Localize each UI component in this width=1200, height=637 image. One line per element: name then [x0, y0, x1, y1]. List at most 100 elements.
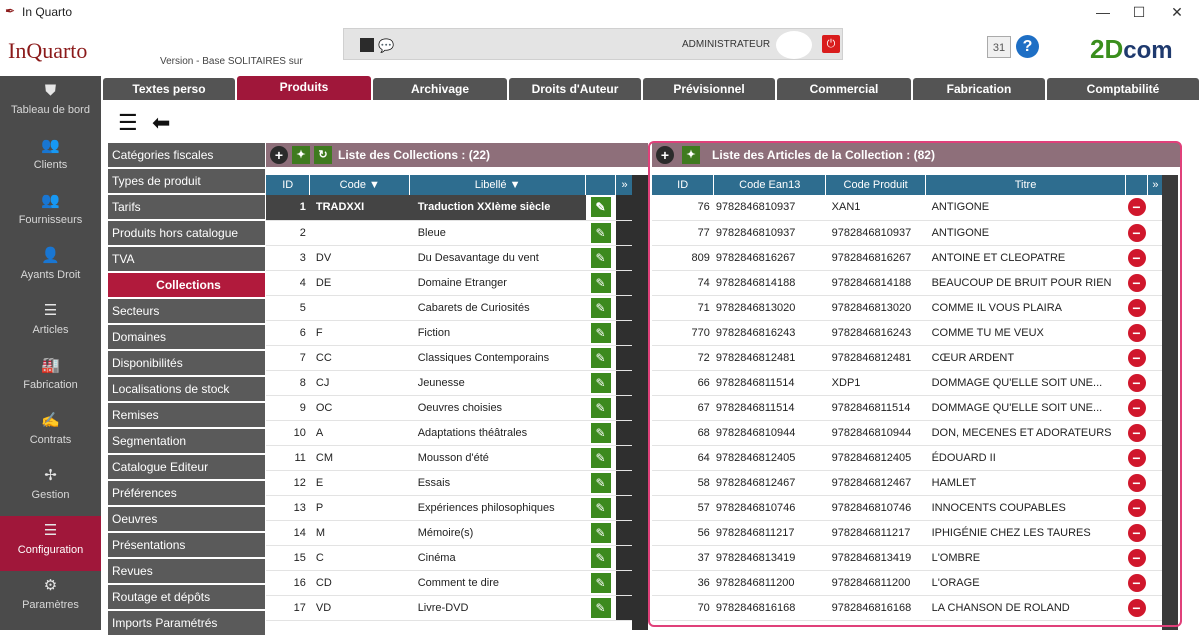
tab-archivage[interactable]: Archivage: [373, 78, 507, 100]
edit-icon[interactable]: ✎: [590, 297, 611, 318]
sidebar-item-fabrication[interactable]: 🏭 Fabrication: [0, 351, 101, 406]
square-icon[interactable]: [360, 38, 374, 52]
table-row[interactable]: 9 OC Oeuvres choisies ✎: [266, 395, 634, 421]
col-chooser-icon[interactable]: »: [615, 175, 634, 195]
edit-cell[interactable]: ✎: [585, 220, 616, 246]
menu-item-imports-param-tr-s[interactable]: Imports Paramétrés: [108, 611, 265, 637]
edit-cell[interactable]: ✎: [585, 395, 616, 421]
col-header[interactable]: Libellé ▼: [409, 175, 587, 195]
sidebar-item-ayants-droit[interactable]: 👤 Ayants Droit: [0, 241, 101, 296]
menu-item-pr-sentations[interactable]: Présentations: [108, 533, 265, 559]
edit-icon[interactable]: ✎: [590, 497, 611, 518]
menu-item-disponibilit-s[interactable]: Disponibilités: [108, 351, 265, 377]
table-row[interactable]: 15 C Cinéma ✎: [266, 545, 634, 571]
edit-icon[interactable]: ✎: [590, 447, 611, 468]
logout-button[interactable]: ⏻: [822, 35, 840, 53]
sidebar-item-tableau-de-bord[interactable]: ⛊ Tableau de bord: [0, 76, 101, 131]
edit-cell[interactable]: ✎: [585, 195, 616, 221]
edit-cell[interactable]: ✎: [585, 295, 616, 321]
edit-icon[interactable]: ✎: [590, 522, 611, 543]
table-row[interactable]: 8 CJ Jeunesse ✎: [266, 370, 634, 396]
tab-textes-perso[interactable]: Textes perso: [103, 78, 235, 100]
menu-item-segmentation[interactable]: Segmentation: [108, 429, 265, 455]
table-row[interactable]: 6 F Fiction ✎: [266, 320, 634, 346]
table-row[interactable]: 16 CD Comment te dire ✎: [266, 570, 634, 596]
edit-cell[interactable]: ✎: [585, 520, 616, 546]
edit-icon[interactable]: ✎: [590, 397, 611, 418]
tab-comptabilit-[interactable]: Comptabilité: [1047, 78, 1199, 100]
table-row[interactable]: 5 Cabarets de Curiosités ✎: [266, 295, 634, 321]
refresh-icon[interactable]: ↻: [314, 146, 332, 164]
minimize-button[interactable]: —: [1088, 2, 1118, 22]
sidebar-item-configuration[interactable]: ☰ Configuration: [0, 516, 101, 571]
edit-cell[interactable]: ✎: [585, 245, 616, 271]
tab-pr-visionnel[interactable]: Prévisionnel: [643, 78, 775, 100]
table-row[interactable]: 1 TRADXXI Traduction XXIème siècle ✎: [266, 195, 634, 221]
menu-item-remises[interactable]: Remises: [108, 403, 265, 429]
tab-commercial[interactable]: Commercial: [777, 78, 911, 100]
close-button[interactable]: ✕: [1162, 2, 1192, 22]
table-row[interactable]: 4 DE Domaine Etranger ✎: [266, 270, 634, 296]
menu-item-collections[interactable]: Collections: [108, 273, 265, 299]
chat-icon[interactable]: 💬: [378, 38, 394, 54]
sidebar-item-contrats[interactable]: ✍ Contrats: [0, 406, 101, 461]
menu-item-tva[interactable]: TVA: [108, 247, 265, 273]
menu-item-produits-hors-catalogue[interactable]: Produits hors catalogue: [108, 221, 265, 247]
table-row[interactable]: 3 DV Du Desavantage du vent ✎: [266, 245, 634, 271]
edit-icon[interactable]: ✎: [590, 197, 611, 218]
edit-cell[interactable]: ✎: [585, 470, 616, 496]
back-arrow-icon[interactable]: ⬅: [152, 110, 170, 136]
edit-icon[interactable]: ✎: [590, 422, 611, 443]
edit-cell[interactable]: ✎: [585, 595, 616, 621]
edit-cell[interactable]: ✎: [585, 570, 616, 596]
menu-item-routage-et-d-p-ts[interactable]: Routage et dépôts: [108, 585, 265, 611]
table-row[interactable]: 14 M Mémoire(s) ✎: [266, 520, 634, 546]
edit-cell[interactable]: ✎: [585, 545, 616, 571]
table-row[interactable]: 11 CM Mousson d'été ✎: [266, 445, 634, 471]
edit-icon[interactable]: ✎: [590, 322, 611, 343]
edit-cell[interactable]: ✎: [585, 270, 616, 296]
edit-icon[interactable]: ✎: [590, 272, 611, 293]
edit-cell[interactable]: ✎: [585, 445, 616, 471]
table-row[interactable]: 13 P Expériences philosophiques ✎: [266, 495, 634, 521]
scrollbar[interactable]: [632, 175, 648, 630]
sidebar-item-gestion[interactable]: ✢ Gestion: [0, 461, 101, 516]
edit-icon[interactable]: ✎: [590, 472, 611, 493]
hamburger-menu-icon[interactable]: ☰: [118, 110, 138, 136]
col-header[interactable]: ID: [266, 175, 311, 195]
menu-item-localisations-de-stock[interactable]: Localisations de stock: [108, 377, 265, 403]
tab-fabrication[interactable]: Fabrication: [913, 78, 1045, 100]
sidebar-item-fournisseurs[interactable]: 👥 Fournisseurs: [0, 186, 101, 241]
menu-item-types-de-produit[interactable]: Types de produit: [108, 169, 265, 195]
add-icon[interactable]: +: [270, 146, 288, 164]
tab-droits-d-auteur[interactable]: Droits d'Auteur: [509, 78, 641, 100]
menu-item-cat-gories-fiscales[interactable]: Catégories fiscales: [108, 143, 265, 169]
menu-item-revues[interactable]: Revues: [108, 559, 265, 585]
table-row[interactable]: 2 Bleue ✎: [266, 220, 634, 246]
edit-cell[interactable]: ✎: [585, 320, 616, 346]
wand-icon[interactable]: ✦: [292, 146, 310, 164]
edit-icon[interactable]: ✎: [590, 347, 611, 368]
sidebar-item-clients[interactable]: 👥 Clients: [0, 131, 101, 186]
edit-icon[interactable]: ✎: [590, 547, 611, 568]
menu-item-secteurs[interactable]: Secteurs: [108, 299, 265, 325]
edit-cell[interactable]: ✎: [585, 370, 616, 396]
edit-cell[interactable]: ✎: [585, 345, 616, 371]
edit-icon[interactable]: ✎: [590, 222, 611, 243]
tab-produits[interactable]: Produits: [237, 76, 371, 100]
edit-cell[interactable]: ✎: [585, 420, 616, 446]
menu-item-domaines[interactable]: Domaines: [108, 325, 265, 351]
menu-item-oeuvres[interactable]: Oeuvres: [108, 507, 265, 533]
edit-icon[interactable]: ✎: [590, 572, 611, 593]
edit-icon[interactable]: ✎: [590, 247, 611, 268]
col-header[interactable]: Code ▼: [309, 175, 411, 195]
table-row[interactable]: 12 E Essais ✎: [266, 470, 634, 496]
menu-item-pr-f-rences[interactable]: Préférences: [108, 481, 265, 507]
calendar-icon[interactable]: 31: [987, 36, 1011, 58]
edit-icon[interactable]: ✎: [590, 597, 611, 618]
table-row[interactable]: 7 CC Classiques Contemporains ✎: [266, 345, 634, 371]
maximize-button[interactable]: ☐: [1124, 2, 1154, 22]
sidebar-item-param-tres[interactable]: ⚙ Paramètres: [0, 571, 101, 626]
table-row[interactable]: 17 VD Livre-DVD ✎: [266, 595, 634, 621]
menu-item-tarifs[interactable]: Tarifs: [108, 195, 265, 221]
